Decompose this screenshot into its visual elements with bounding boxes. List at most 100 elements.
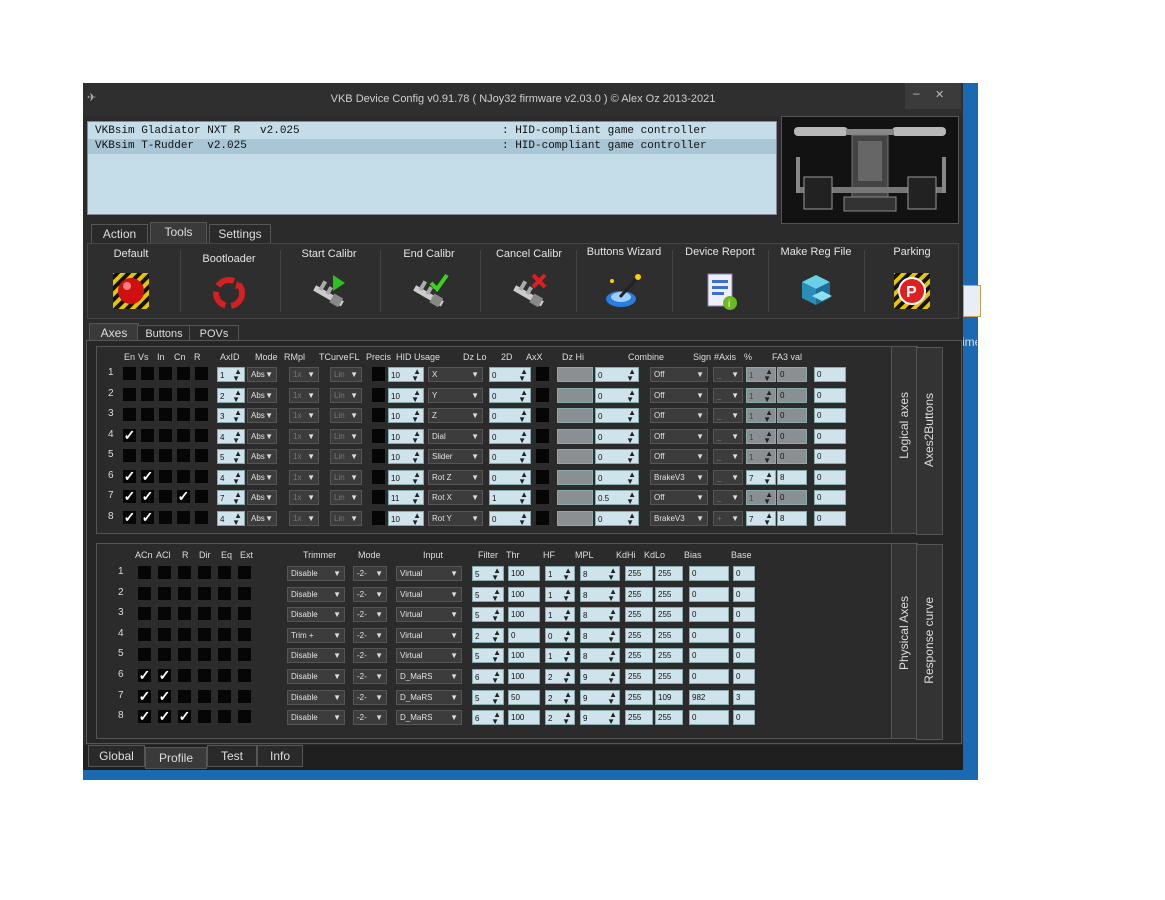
combine-dropdown[interactable]: Off ▼ [650,387,708,403]
dz-hi-spin[interactable]: 0 ▲ ▼ [595,428,639,444]
device-report-button[interactable]: Device Report i [674,244,766,318]
axes2buttons-tab[interactable]: Axes2Buttons [916,347,943,535]
fa3-val-field[interactable]: 0 [814,469,846,485]
device-list[interactable]: VKBsim Gladiator NXT R v2.025 : HID-comp… [87,121,777,215]
spin-arrows-icon[interactable]: ▲ ▼ [232,368,242,383]
acl-checkbox[interactable]: ✓ [158,668,171,682]
percent-field[interactable]: 8 [777,469,807,485]
input-dropdown[interactable]: Virtual ▼ [396,586,462,602]
thr-field[interactable]: 100 [508,710,540,726]
mode-dropdown[interactable]: -2- ▼ [353,627,387,643]
acn-checkbox[interactable] [138,586,151,600]
spin-arrows-icon[interactable]: ▲ ▼ [518,491,528,506]
in-checkbox[interactable] [159,510,172,524]
spin-arrows-icon[interactable]: ▲ ▼ [607,587,617,602]
hf-spin[interactable]: 1 ▲ ▼ [545,648,575,664]
kdlo-field[interactable]: 255 [655,648,683,664]
make-reg-file-button[interactable]: Make Reg File [770,244,862,318]
hid-usage-dropdown[interactable]: Slider ▼ [428,449,483,464]
base-field[interactable]: 3 [733,689,755,705]
spin-arrows-icon[interactable]: ▲ ▼ [607,628,617,643]
spin-arrows-icon[interactable]: ▲ ▼ [232,409,242,424]
dir-checkbox[interactable] [198,689,211,703]
fl-checkbox[interactable] [372,490,385,504]
precis-spin[interactable]: 10 ▲ ▼ [388,428,424,444]
spin-arrows-icon[interactable]: ▲ ▼ [562,608,572,623]
hid-usage-dropdown[interactable]: Y ▼ [428,387,483,403]
spin-arrows-icon[interactable]: ▲ ▼ [562,587,572,602]
spin-arrows-icon[interactable]: ▲ ▼ [411,429,421,444]
spin-arrows-icon[interactable]: ▲ ▼ [518,470,528,485]
end-calibr-button[interactable]: End Calibr [384,244,474,318]
fl-checkbox[interactable] [372,387,385,402]
dz-lo-spin[interactable]: 0 ▲ ▼ [489,449,531,465]
spin-arrows-icon[interactable]: ▲ ▼ [491,567,501,582]
combine-dropdown[interactable]: Off ▼ [650,367,708,382]
kdlo-field[interactable]: 255 [655,566,683,581]
mode-dropdown[interactable]: -2- ▼ [353,566,387,581]
spin-arrows-icon[interactable]: ▲ ▼ [562,567,572,582]
spin-arrows-icon[interactable]: ▲ ▼ [232,429,242,444]
mode-dropdown[interactable]: Abs ▼ [247,469,277,485]
kdlo-field[interactable]: 255 [655,669,683,684]
spin-arrows-icon[interactable]: ▲ ▼ [626,368,636,383]
kdlo-field[interactable]: 255 [655,710,683,726]
filter-spin[interactable]: 6 ▲ ▼ [472,710,504,726]
spin-arrows-icon[interactable]: ▲ ▼ [491,670,501,685]
mode-dropdown[interactable]: -2- ▼ [353,689,387,705]
base-field[interactable]: 0 [733,566,755,581]
tab-settings[interactable]: Settings [209,224,271,244]
thr-field[interactable]: 100 [508,566,540,581]
input-dropdown[interactable]: Virtual ▼ [396,566,462,581]
fl-checkbox[interactable] [372,367,385,381]
dir-checkbox[interactable] [198,566,211,579]
percent-field[interactable]: 8 [777,510,807,526]
spin-arrows-icon[interactable]: ▲ ▼ [411,511,421,526]
precis-spin[interactable]: 10 ▲ ▼ [388,510,424,526]
spin-arrows-icon[interactable]: ▲ ▼ [562,649,572,664]
r-checkbox[interactable] [195,469,208,483]
dir-checkbox[interactable] [198,627,211,641]
kdhi-field[interactable]: 255 [625,607,653,623]
base-field[interactable]: 0 [733,648,755,664]
axid-spin[interactable]: 3 ▲ ▼ [217,408,245,424]
en-checkbox[interactable]: ✓ [123,489,136,503]
mode-dropdown[interactable]: -2- ▼ [353,607,387,623]
vs-checkbox[interactable] [141,367,154,380]
eq-checkbox[interactable] [218,627,231,641]
spin-arrows-icon[interactable]: ▲ ▼ [491,587,501,602]
acl-checkbox[interactable] [158,586,171,600]
naxis-spin[interactable]: 7 ▲ ▼ [746,510,776,526]
r-checkbox[interactable] [178,586,191,600]
fa3-val-field[interactable]: 0 [814,428,846,444]
cn-checkbox[interactable] [177,367,190,380]
spin-arrows-icon[interactable]: ▲ ▼ [626,409,636,424]
dir-checkbox[interactable] [198,648,211,662]
ext-checkbox[interactable] [238,627,251,641]
thr-field[interactable]: 100 [508,669,540,684]
kdlo-field[interactable]: 255 [655,607,683,623]
mode-dropdown[interactable]: -2- ▼ [353,710,387,726]
acn-checkbox[interactable] [138,648,151,662]
spin-arrows-icon[interactable]: ▲ ▼ [491,608,501,623]
spin-arrows-icon[interactable]: ▲ ▼ [232,470,242,485]
acl-checkbox[interactable]: ✓ [158,689,171,703]
2d-checkbox[interactable] [536,469,549,484]
base-field[interactable]: 0 [733,710,755,726]
spin-arrows-icon[interactable]: ▲ ▼ [607,608,617,623]
en-checkbox[interactable] [123,408,136,421]
acn-checkbox[interactable]: ✓ [138,668,151,682]
trimmer-dropdown[interactable]: Disable ▼ [287,566,345,581]
hf-spin[interactable]: 1 ▲ ▼ [545,586,575,602]
en-checkbox[interactable] [123,367,136,380]
vs-checkbox[interactable]: ✓ [141,489,154,503]
minimize-button[interactable]: – [913,86,920,100]
vs-checkbox[interactable]: ✓ [141,510,154,524]
precis-spin[interactable]: 10 ▲ ▼ [388,387,424,403]
mpl-spin[interactable]: 8 ▲ ▼ [580,627,620,643]
bias-field[interactable]: 0 [689,586,729,602]
ext-checkbox[interactable] [238,566,251,579]
vs-checkbox[interactable]: ✓ [141,469,154,483]
axid-spin[interactable]: 4 ▲ ▼ [217,428,245,444]
mode-dropdown[interactable]: Abs ▼ [247,367,277,382]
